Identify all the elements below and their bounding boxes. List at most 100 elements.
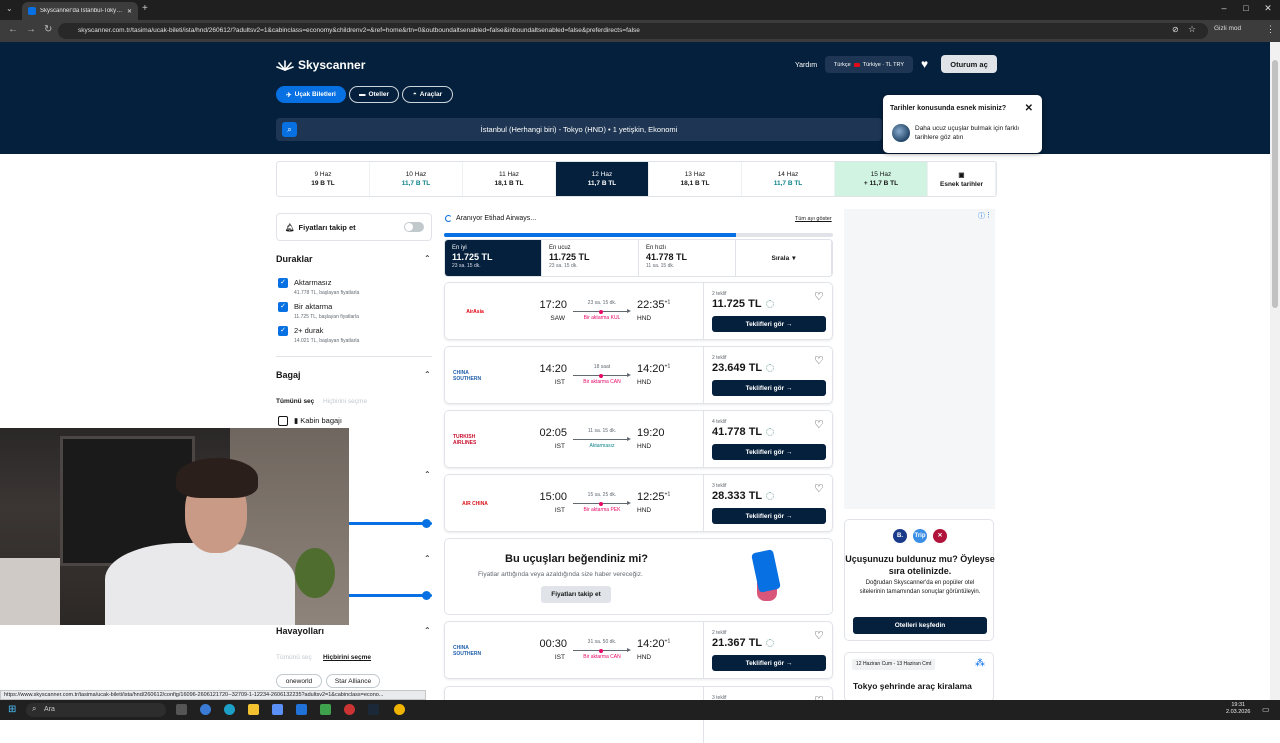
slider-handle[interactable] [422, 591, 431, 600]
explore-hotels-button[interactable]: Otelleri keşfedin [853, 617, 987, 634]
ad-menu-icon[interactable]: ⋮ [985, 211, 992, 219]
store-icon[interactable] [272, 704, 283, 715]
browser-tab-strip: ⌄ Skyscanner'da İstanbul-Tokyo u ✕ + – □… [0, 0, 1280, 20]
flight-card[interactable]: AirAsia 17:20 22:35+1 SAW HND 23 sa. 15 dk. Bi… [444, 282, 833, 340]
chrome-icon[interactable] [394, 704, 405, 715]
date-option[interactable]: 15 Haz + 11,7 B TL [835, 162, 928, 196]
favorite-heart-icon[interactable]: ♡ [814, 482, 824, 495]
windows-start-icon[interactable]: ⊞ [8, 704, 16, 715]
saved-heart-icon[interactable]: ♥ [921, 57, 928, 71]
checkbox-one-stop[interactable]: ✓ [278, 302, 288, 312]
flight-card[interactable]: CHINA SOUTHERN 14:20 14:20+1 IST HND 18 saat B… [444, 346, 833, 404]
new-tab-button[interactable]: + [142, 3, 148, 14]
select-none-link[interactable]: Hiçbirini seçme [323, 398, 367, 405]
checkbox-direct[interactable]: ✓ [278, 278, 288, 288]
browser-menu-icon[interactable]: ⋮ [1266, 24, 1275, 35]
flex-dates-button[interactable]: ▣ Esnek tarihler [928, 162, 996, 196]
page-scrollbar[interactable] [1270, 42, 1280, 700]
help-link[interactable]: Yardım [795, 62, 817, 69]
reload-icon[interactable]: ↻ [44, 24, 52, 35]
date-option[interactable]: 10 Haz 11,7 B TL [370, 162, 463, 196]
tab-flights[interactable]: ✈ Uçak Biletleri [276, 86, 346, 103]
sort-tab-price: 11.725 TL [549, 252, 590, 262]
time-slider[interactable] [340, 522, 432, 525]
login-button[interactable]: Oturum aç [941, 55, 997, 73]
skyscanner-logo[interactable]: Skyscanner [276, 58, 365, 72]
chevron-up-icon[interactable]: ⌃ [424, 626, 431, 635]
tab-cars[interactable]: ◓ Araçlar [402, 86, 453, 103]
search-summary-bar[interactable]: İstanbul (Herhangi biri) - Tokyo (HND) •… [276, 118, 882, 141]
edge-icon[interactable] [224, 704, 235, 715]
chevron-up-icon[interactable]: ⌃ [424, 470, 431, 479]
favorite-heart-icon[interactable]: ♡ [814, 418, 824, 431]
view-deals-button[interactable]: Teklifleri gör → [712, 316, 826, 332]
scrollbar-thumb[interactable] [1272, 60, 1278, 308]
app-icon[interactable] [344, 704, 355, 715]
view-deals-button[interactable]: Teklifleri gör → [712, 380, 826, 396]
notification-icon[interactable]: ▭ [1262, 705, 1270, 714]
app-icon[interactable] [200, 704, 211, 715]
favorite-heart-icon[interactable]: ♡ [814, 290, 824, 303]
task-view-icon[interactable] [176, 704, 187, 715]
alliance-chip[interactable]: oneworld [276, 674, 322, 688]
chevron-up-icon[interactable]: ⌃ [424, 370, 431, 379]
browser-tab[interactable]: Skyscanner'da İstanbul-Tokyo u ✕ [22, 2, 138, 20]
chevron-up-icon[interactable]: ⌃ [424, 554, 431, 563]
tooltip-close-icon[interactable]: ✕ [1025, 103, 1033, 114]
mail-icon[interactable] [296, 704, 307, 715]
slider-handle[interactable] [422, 519, 431, 528]
locale-button[interactable]: Türkçe Türkiye · TL TRY [825, 56, 913, 73]
chevron-up-icon[interactable]: ⌃ [424, 254, 431, 263]
checkbox-two-plus[interactable]: ✓ [278, 326, 288, 336]
tab-cheapest[interactable]: En ucuz 11.725 TL 23 sa. 15 dk. [542, 240, 639, 276]
tab-hotels[interactable]: ▬ Oteller [349, 86, 399, 103]
view-deals-button[interactable]: Teklifleri gör → [712, 508, 826, 524]
steam-icon[interactable] [368, 704, 379, 715]
tab-fastest[interactable]: En hızlı 41.778 TL 11 sa. 15 dk. [639, 240, 736, 276]
taskbar-search[interactable]: Ara [26, 703, 166, 717]
tab-close-icon[interactable]: ✕ [127, 8, 132, 15]
select-none-link[interactable]: Hiçbirini seçme [323, 654, 371, 661]
date-option[interactable]: 9 Haz 19 B TL [277, 162, 370, 196]
select-all-link[interactable]: Tümünü seç [276, 398, 314, 405]
car-rental-card[interactable]: 12 Haziran Cum - 13 Haziran Cmt ⁂ Tokyo … [844, 652, 994, 702]
flight-card[interactable]: TURKISH AIRLINES 02:05 19:20 IST HND 11 sa. 1… [444, 410, 833, 468]
back-icon[interactable]: ← [8, 24, 18, 35]
view-deals-button[interactable]: Teklifleri gör → [712, 655, 826, 671]
date-option[interactable]: 11 Haz 18,1 B TL [463, 162, 556, 196]
window-close-button[interactable]: ✕ [1258, 3, 1278, 14]
duration-slider[interactable] [340, 594, 432, 597]
date-option[interactable]: 13 Haz 18,1 B TL [649, 162, 742, 196]
minimize-button[interactable]: – [1214, 3, 1234, 13]
tab-list-button[interactable]: ⌄ [6, 4, 13, 13]
flight-card[interactable]: CHINA SOUTHERN 00:30 14:20+1 IST HND 31 sa. 5… [444, 621, 833, 679]
date-option-selected[interactable]: 12 Haz 11,7 B TL [556, 162, 649, 196]
incognito-label[interactable]: Gizli mod [1214, 25, 1241, 32]
select-all-link[interactable]: Tümünü seç [276, 654, 312, 661]
date-option[interactable]: 14 Haz 11,7 B TL [742, 162, 835, 196]
taskbar-clock[interactable]: 19:31 2.03.2026 [1226, 702, 1250, 716]
forward-icon[interactable]: → [26, 24, 36, 35]
view-deals-button[interactable]: Teklifleri gör → [712, 444, 826, 460]
sort-dropdown[interactable]: Sırala ▾ [736, 240, 832, 276]
flight-card[interactable]: AIR CHINA 15:00 12:25+1 IST HND 15 sa. 25 dk.… [444, 474, 833, 532]
checkbox-cabin-bag[interactable] [278, 416, 288, 426]
track-prices-button[interactable]: Fiyatları takip et [541, 586, 611, 603]
all-month-link[interactable]: Tüm ayı göster [795, 216, 832, 222]
flight-duration: 31 sa. 50 dk. [587, 639, 617, 645]
eye-off-icon[interactable]: ⊘ [1172, 25, 1179, 34]
maximize-button[interactable]: □ [1236, 3, 1256, 13]
address-bar[interactable]: skyscanner.com.tr/tasima/ucak-bileti/ist… [58, 23, 1208, 39]
ad-info-icon[interactable]: ⓘ [978, 211, 985, 221]
media-icon[interactable] [320, 704, 331, 715]
day-offset: +1 [664, 491, 671, 498]
favorite-heart-icon[interactable]: ♡ [814, 354, 824, 367]
favorite-heart-icon[interactable]: ♡ [814, 629, 824, 642]
tab-best[interactable]: En iyi 11.725 TL 23 sa. 15 dk. [445, 240, 542, 276]
price-alert-toggle[interactable] [404, 222, 424, 232]
file-explorer-icon[interactable] [248, 704, 259, 715]
search-icon[interactable]: ⌕ [282, 122, 297, 137]
alliance-chip[interactable]: Star Alliance [326, 674, 380, 688]
bookmark-star-icon[interactable]: ☆ [1188, 24, 1196, 35]
stop-dot [599, 501, 603, 506]
